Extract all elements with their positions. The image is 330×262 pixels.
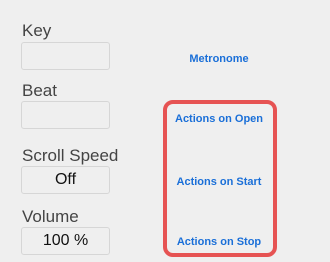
- scroll-speed-label: Scroll Speed: [22, 146, 119, 165]
- actions-on-start-button[interactable]: Actions on Start: [160, 177, 278, 188]
- metronome-button[interactable]: Metronome: [160, 54, 278, 65]
- actions-on-open-button[interactable]: Actions on Open: [160, 114, 278, 125]
- beat-label: Beat: [22, 81, 57, 100]
- scroll-speed-field[interactable]: Off: [21, 166, 110, 194]
- volume-field[interactable]: 100 %: [21, 227, 110, 255]
- key-label: Key: [22, 21, 52, 40]
- actions-on-stop-button[interactable]: Actions on Stop: [160, 237, 278, 248]
- key-field[interactable]: [21, 42, 110, 70]
- volume-label: Volume: [22, 207, 79, 226]
- beat-field[interactable]: [21, 101, 110, 129]
